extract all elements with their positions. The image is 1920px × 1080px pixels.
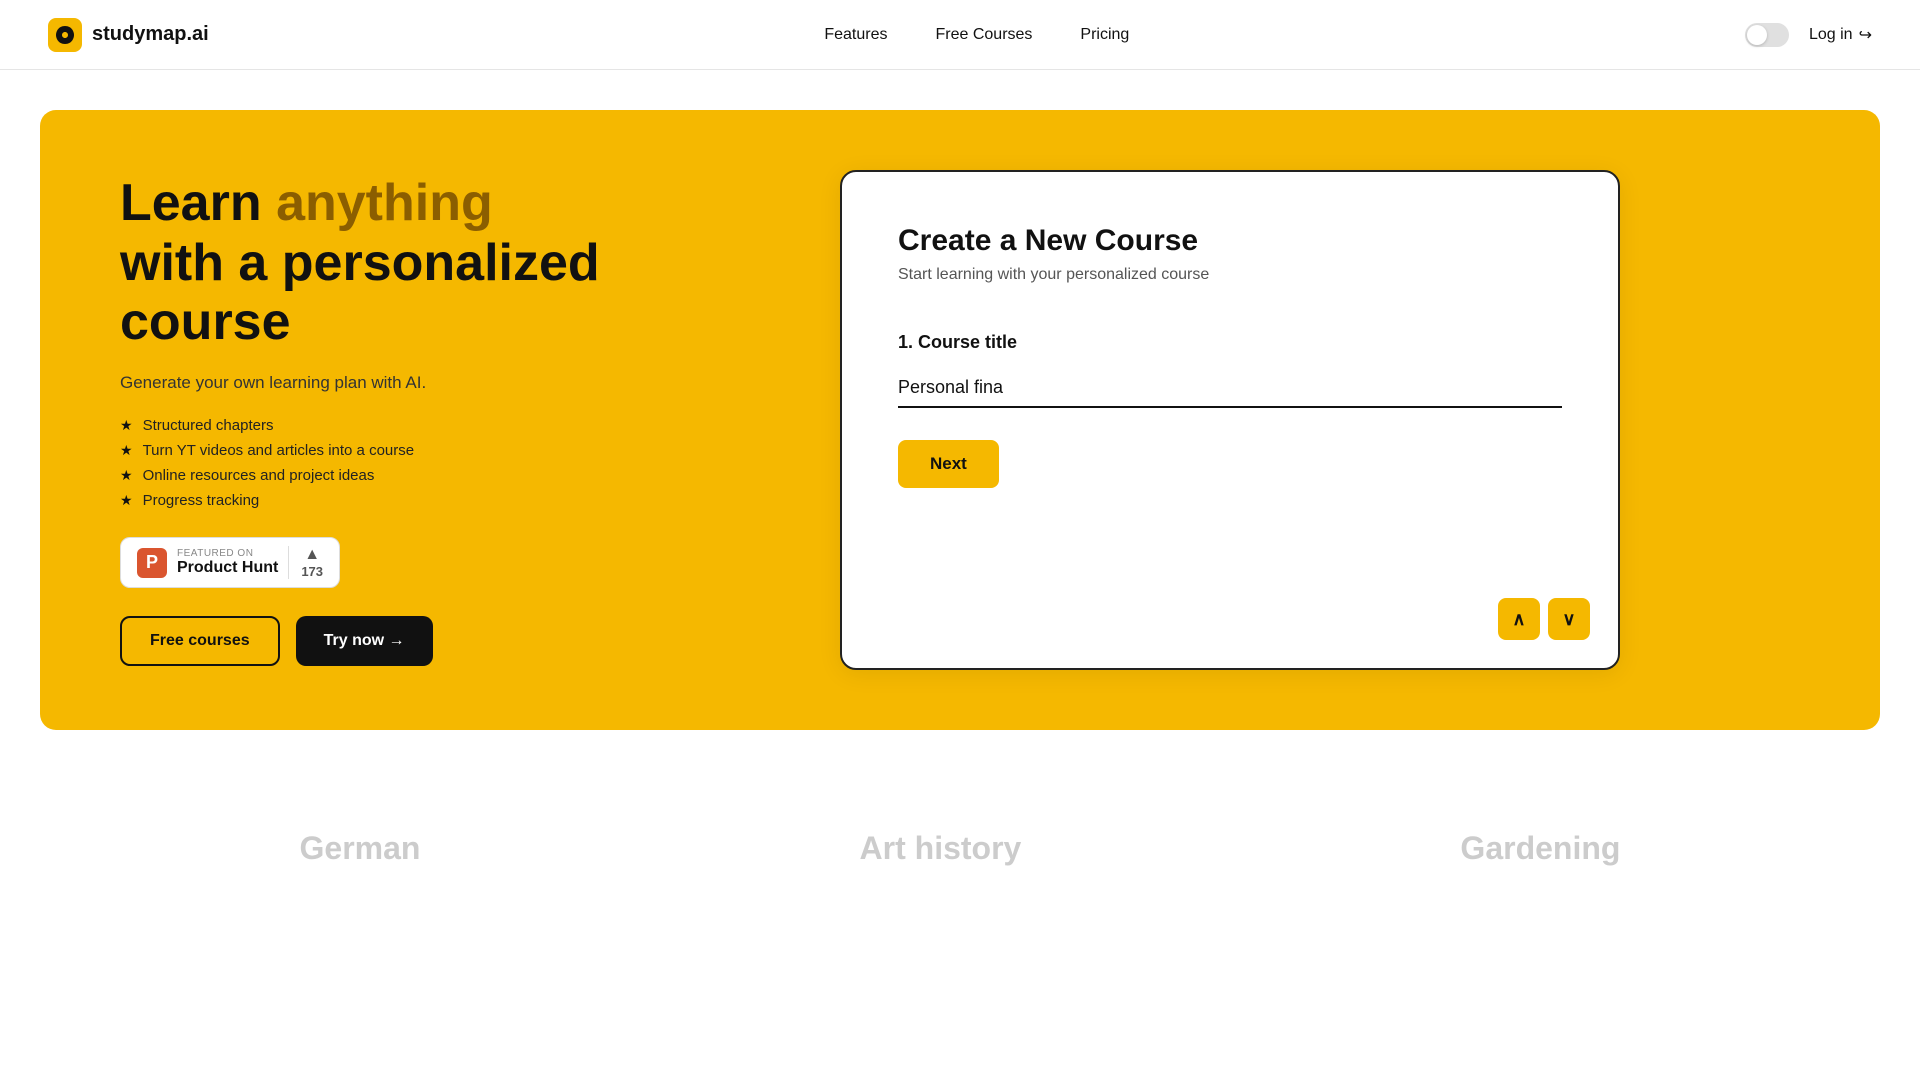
card-title: Create a New Course [898,224,1562,258]
category-german[interactable]: German [300,830,421,867]
hero-title: Learn anything with a personalized cours… [120,174,600,353]
hero-right: Create a New Course Start learning with … [600,170,1800,670]
login-icon: ↪ [1859,25,1872,45]
product-hunt-badge[interactable]: P FEATURED ON Product Hunt ▲ 173 [120,537,340,588]
star-icon: ★ [120,442,133,459]
star-icon: ★ [120,417,133,434]
logo-text: studymap.ai [92,23,209,46]
card-subtitle: Start learning with your personalized co… [898,266,1562,284]
feature-item: ★Turn YT videos and articles into a cour… [120,442,600,459]
form-label: 1. Course title [898,332,1562,353]
hero-left: Learn anything with a personalized cours… [120,174,600,666]
free-courses-button[interactable]: Free courses [120,616,280,666]
star-icon: ★ [120,467,133,484]
course-card: Create a New Course Start learning with … [840,170,1620,670]
nav-right: Log in ↪ [1745,23,1872,47]
star-icon: ★ [120,492,133,509]
hero-subtitle: Generate your own learning plan with AI. [120,373,600,393]
feature-item: ★Online resources and project ideas [120,467,600,484]
nav-links: Features Free Courses Pricing [824,26,1129,44]
nav-free-courses[interactable]: Free Courses [936,26,1033,44]
hero-buttons: Free courses Try now → [120,616,600,666]
next-button[interactable]: Next [898,440,999,488]
navbar: studymap.ai Features Free Courses Pricin… [0,0,1920,70]
nav-pricing[interactable]: Pricing [1080,26,1129,44]
course-title-input[interactable] [898,369,1562,408]
nav-up-button[interactable]: ∧ [1498,598,1540,640]
ph-count: ▲ 173 [288,546,323,579]
feature-item: ★Progress tracking [120,492,600,509]
toggle-knob [1747,25,1767,45]
category-gardening[interactable]: Gardening [1460,830,1620,867]
try-now-button[interactable]: Try now → [296,616,433,666]
nav-features[interactable]: Features [824,26,887,44]
feature-item: ★Structured chapters [120,417,600,434]
logo-area: studymap.ai [48,18,209,52]
hero-features-list: ★Structured chapters ★Turn YT videos and… [120,417,600,509]
producthunt-logo: P [137,548,167,578]
nav-down-button[interactable]: ∨ [1548,598,1590,640]
category-art-history[interactable]: Art history [860,830,1022,867]
login-button[interactable]: Log in ↪ [1809,25,1872,45]
logo-icon [48,18,82,52]
card-nav-buttons: ∧ ∨ [1498,598,1590,640]
theme-toggle[interactable] [1745,23,1789,47]
ph-text: FEATURED ON Product Hunt [177,548,278,577]
hero-section: Learn anything with a personalized cours… [40,110,1880,730]
bottom-section: German Art history Gardening [0,770,1920,907]
